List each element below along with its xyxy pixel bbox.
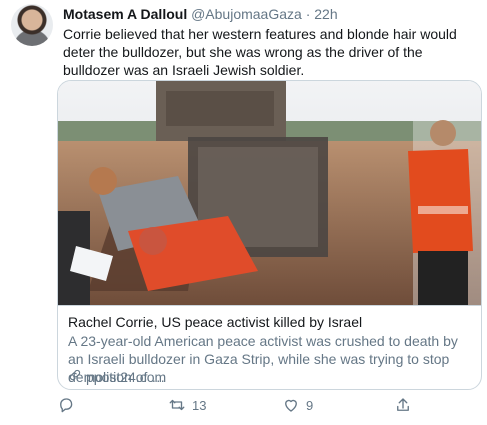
tweet: Motasem A Dalloul @AbujomaaGaza · 22h Co…: [0, 0, 487, 425]
author-handle[interactable]: @AbujomaaGaza: [191, 6, 302, 22]
like-button[interactable]: 9: [282, 396, 313, 414]
link-icon: [68, 368, 82, 385]
share-icon: [394, 396, 412, 414]
retweet-count: 13: [192, 397, 207, 413]
author-name[interactable]: Motasem A Dalloul: [63, 6, 187, 22]
timestamp[interactable]: 22h: [314, 6, 337, 22]
share-button[interactable]: [394, 396, 412, 414]
like-count: 9: [306, 397, 314, 413]
link-card[interactable]: Rachel Corrie, US peace activist killed …: [57, 80, 482, 390]
separator-dot: ·: [305, 6, 311, 22]
card-domain-text: ppost24.com: [86, 368, 167, 385]
retweet-icon: [168, 396, 186, 414]
tweet-header: Motasem A Dalloul @AbujomaaGaza · 22h: [63, 6, 338, 22]
card-body[interactable]: Rachel Corrie, US peace activist killed …: [58, 305, 481, 389]
like-icon: [282, 396, 300, 414]
avatar[interactable]: [11, 4, 53, 46]
tweet-text: Corrie believed that her western feature…: [63, 26, 457, 78]
reply-icon: [57, 396, 75, 414]
action-bar: 13 9: [57, 396, 480, 418]
card-image[interactable]: [58, 81, 481, 305]
card-domain: ppost24.com: [68, 368, 166, 385]
card-title: Rachel Corrie, US peace activist killed …: [68, 314, 363, 330]
retweet-button[interactable]: 13: [168, 396, 206, 414]
reply-button[interactable]: [57, 396, 81, 414]
